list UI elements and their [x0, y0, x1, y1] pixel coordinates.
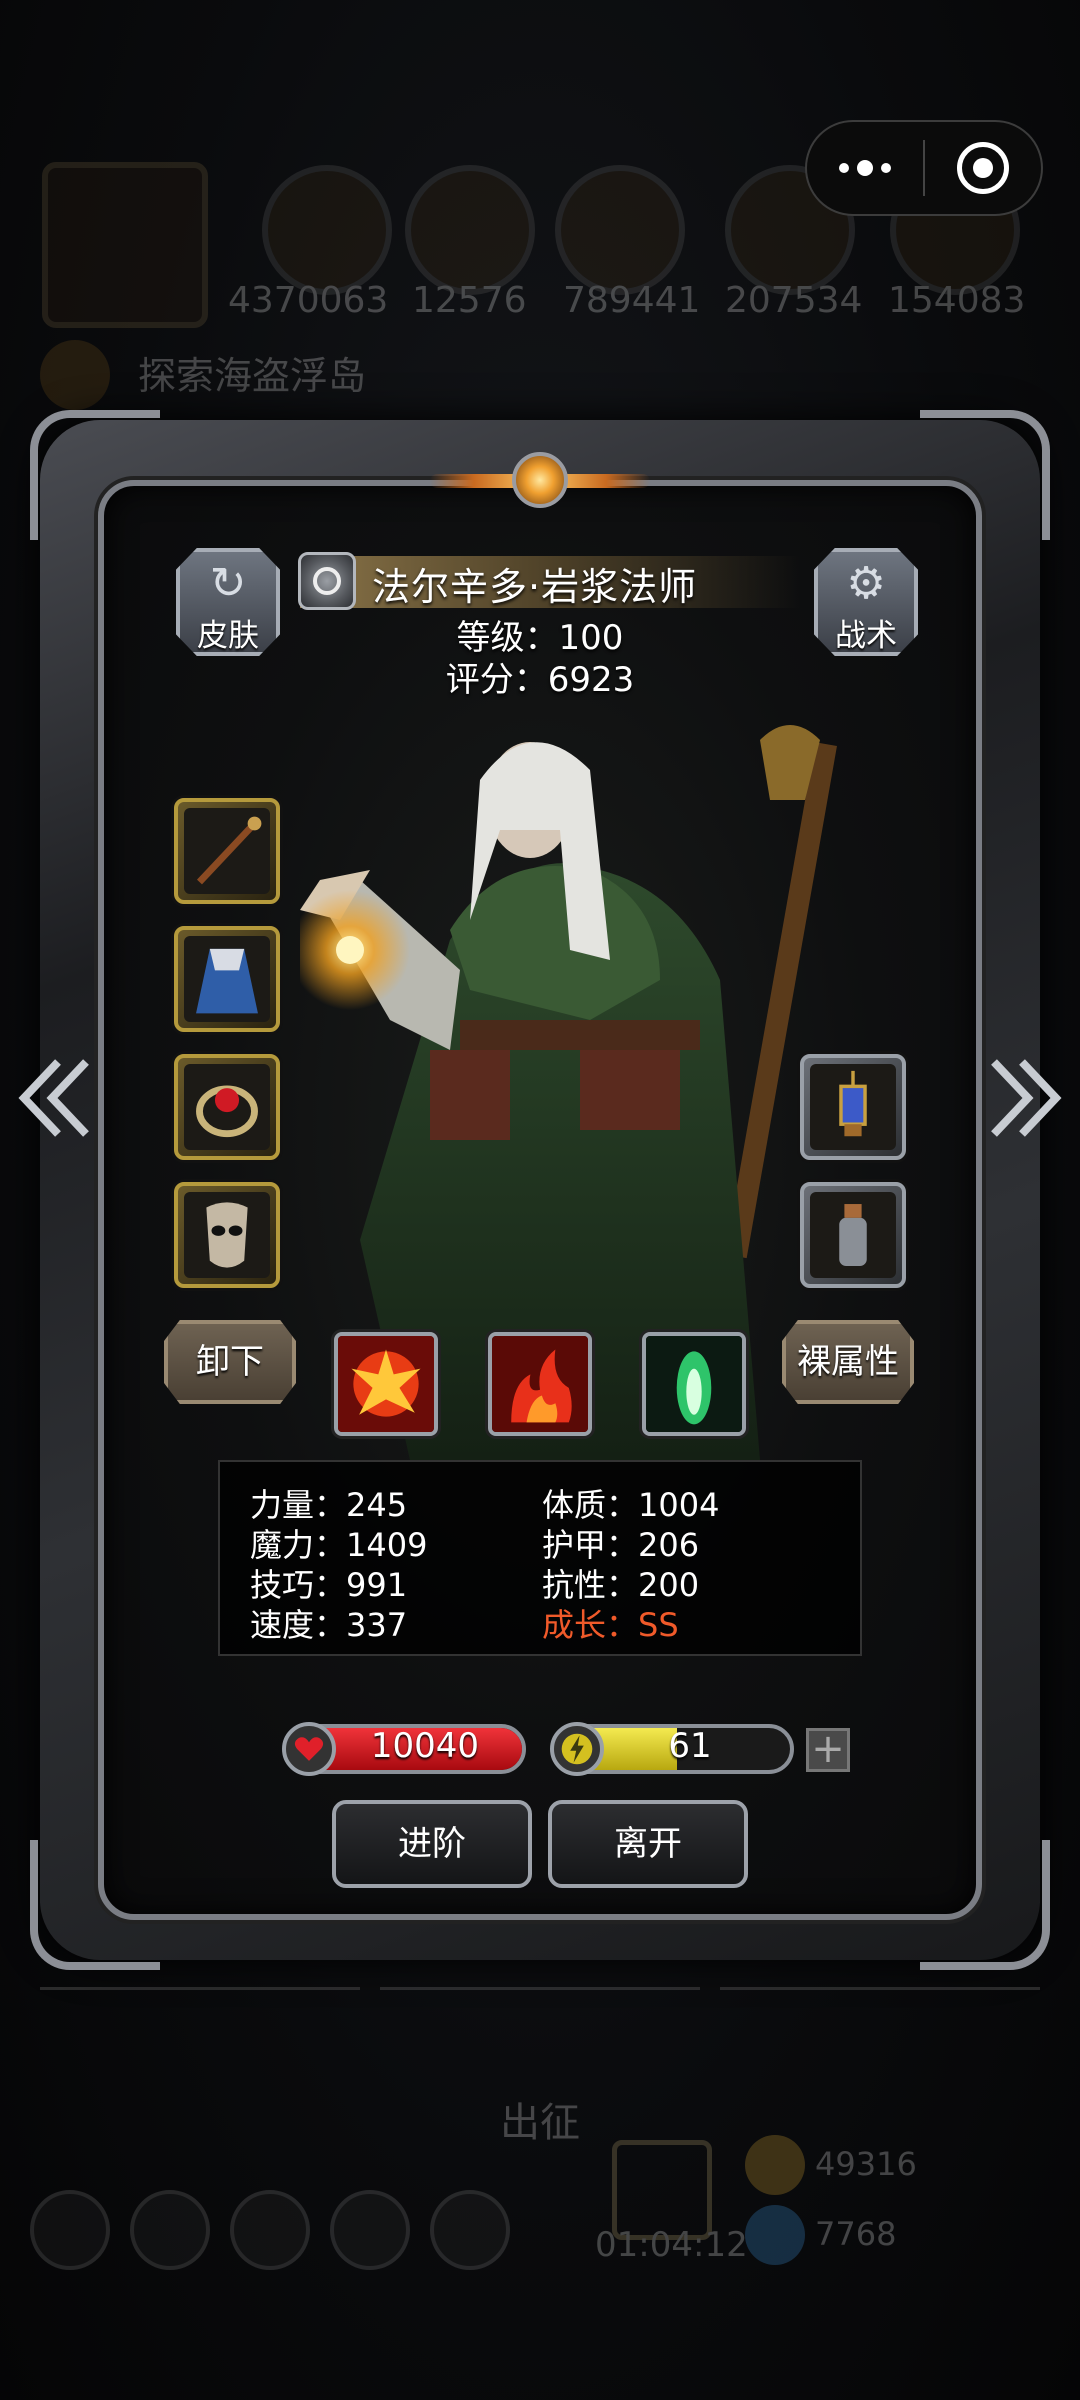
- lightning-icon: [550, 1722, 604, 1776]
- moon-gem-icon: [512, 452, 568, 508]
- gold-coin-icon: [745, 2135, 805, 2195]
- menu-icon: [430, 2190, 510, 2270]
- stat-speed: 速度：337: [250, 1606, 408, 1644]
- explosion-skill-icon: [338, 1336, 434, 1432]
- green-flame-skill-icon: [646, 1336, 742, 1432]
- equip-slot-accessory[interactable]: [800, 1054, 906, 1160]
- panel-crest: [430, 440, 650, 520]
- resource-value: 789441: [563, 280, 701, 321]
- resource-icon: [405, 165, 535, 295]
- fire-skill-icon: [492, 1336, 588, 1432]
- gold-value: 49316: [815, 2145, 917, 2183]
- more-dots-icon: [839, 160, 891, 176]
- hero-name: 法尔辛多·岩浆法师: [372, 565, 698, 609]
- menu-icon: [230, 2190, 310, 2270]
- player-avatar: [42, 162, 208, 328]
- equip-slot-consumable[interactable]: [800, 1182, 906, 1288]
- equip-slot-weapon[interactable]: [174, 798, 280, 904]
- cloak-icon: [196, 948, 258, 1014]
- miniprogram-capsule: [805, 120, 1043, 216]
- base-attributes-button[interactable]: 裸属性: [782, 1320, 914, 1404]
- equip-slot-armor[interactable]: [174, 926, 280, 1032]
- resource-value: 207534: [725, 280, 863, 321]
- expedition-label: 出征: [500, 2100, 580, 2146]
- skin-label: 皮肤: [197, 618, 259, 654]
- double-chevron-left-icon: [18, 1059, 89, 1137]
- resource-value: 4370063: [228, 280, 389, 321]
- more-button[interactable]: [807, 122, 923, 214]
- close-button[interactable]: [925, 122, 1041, 214]
- gear-icon: ⚙: [846, 558, 886, 609]
- next-hero-arrow[interactable]: [986, 1048, 1066, 1148]
- menu-icon: [30, 2190, 110, 2270]
- skill-slot-3[interactable]: [642, 1332, 746, 1436]
- quest-icon: [40, 340, 110, 410]
- staff-icon: [196, 816, 262, 885]
- hero-score: 评分：6923: [445, 660, 635, 700]
- tactics-button[interactable]: ⚙ 战术: [814, 548, 918, 656]
- resource-value: 12576: [412, 280, 527, 321]
- quest-label: 探索海盗浮岛: [138, 354, 367, 398]
- chest-timer: 01:04:12: [595, 2225, 748, 2265]
- skin-button[interactable]: ↻ 皮肤: [176, 548, 280, 656]
- lantern-icon: [839, 1070, 867, 1137]
- stat-growth: 成长：SS: [542, 1606, 679, 1644]
- resource-value: 154083: [888, 280, 1026, 321]
- hero-class-badge-icon: [298, 552, 356, 610]
- energy-value: 61: [668, 1726, 712, 1766]
- resource-icon: [262, 165, 392, 295]
- equip-slot-helmet[interactable]: [174, 1182, 280, 1288]
- add-energy-button[interactable]: +: [806, 1728, 850, 1772]
- equip-slot-ring[interactable]: [174, 1054, 280, 1160]
- shirt-icon: ↻: [209, 558, 247, 609]
- potion-bottle-icon: [839, 1204, 867, 1266]
- target-close-icon: [956, 142, 1009, 194]
- gem-value: 7768: [815, 2215, 897, 2253]
- skill-slot-1[interactable]: [334, 1332, 438, 1436]
- gem-icon: [745, 2205, 805, 2265]
- hp-value: 10040: [370, 1726, 480, 1766]
- tactics-label: 战术: [835, 618, 897, 654]
- menu-icon: [130, 2190, 210, 2270]
- advance-button[interactable]: 进阶: [332, 1800, 532, 1888]
- skill-slot-2[interactable]: [488, 1332, 592, 1436]
- resource-icon: [555, 165, 685, 295]
- leave-button[interactable]: 离开: [548, 1800, 748, 1888]
- ring-icon: [196, 1085, 258, 1138]
- stats-panel: 力量：245 体质：1004 魔力：1409 护甲：206 技巧：991 抗性：…: [218, 1460, 862, 1656]
- heart-icon: [282, 1722, 336, 1776]
- menu-icon: [330, 2190, 410, 2270]
- unequip-button[interactable]: 卸下: [164, 1320, 296, 1404]
- prev-hero-arrow[interactable]: [14, 1048, 94, 1148]
- mask-icon: [206, 1202, 248, 1268]
- double-chevron-right-icon: [991, 1059, 1062, 1137]
